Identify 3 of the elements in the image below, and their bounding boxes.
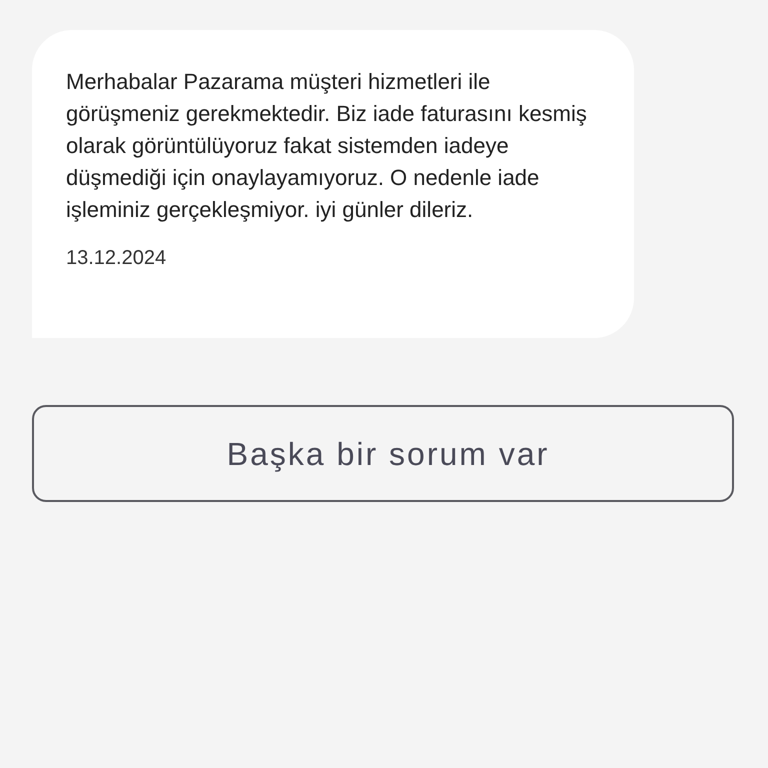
message-text: Merhabalar Pazarama müşteri hizmetleri ile görüşmeniz gerekmektedir. Biz iade faturasını kesmiş olarak görüntülüyoruz fakat sistemden iadeye düşmediği için onaylayamıyoruz. O nedenle iade işleminiz gerçekleşmiyor. iyi günler dileriz.: [66, 68, 588, 224]
ask-another-question-button[interactable]: Başka bir sorum var: [32, 405, 734, 502]
message-date: 13.12.2024: [66, 246, 168, 271]
